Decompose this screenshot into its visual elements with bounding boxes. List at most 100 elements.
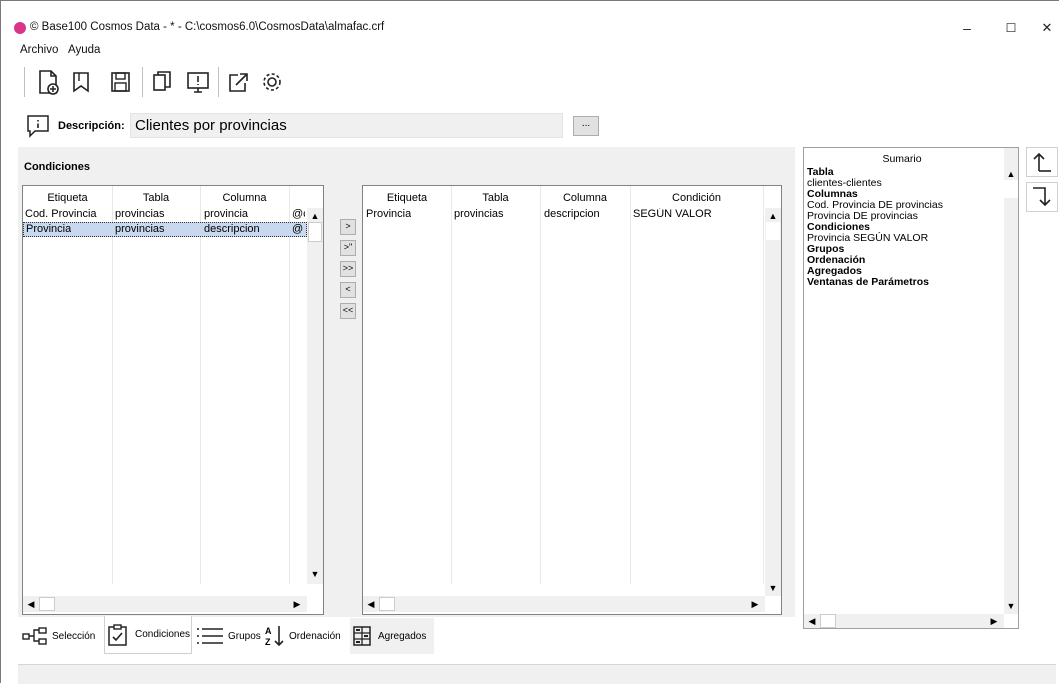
tab-grupos[interactable]: Grupos [196,618,262,654]
aggregate-icon [353,626,371,646]
description-label: Descripción: [58,120,125,132]
scroll-left-icon[interactable]: ◀ [25,598,37,610]
column-header-columna[interactable]: Columna [200,192,289,204]
tab-label: Grupos [228,630,261,642]
cell-condicion: SEGÚN VALOR [633,208,712,220]
cell-etiqueta: Provincia [26,223,72,235]
cell-param: @c [292,208,305,220]
summary-panel: Sumario Tabla clientes-clientes Columnas Co… [803,147,1019,629]
tab-label: Agregados [378,630,427,642]
scrollbar-thumb[interactable] [39,597,55,611]
vertical-scrollbar[interactable]: ▲ ▼ [307,208,323,584]
scrollbar-thumb[interactable] [1004,180,1018,198]
tab-agregados[interactable]: Agregados [350,618,434,654]
cell-columna: descripcion [544,208,600,220]
toolbar-separator [142,67,143,97]
vertical-scrollbar[interactable]: ▲ ▼ [1004,148,1018,614]
close-button[interactable]: ✕ [1032,16,1060,40]
move-up-button[interactable] [1026,147,1058,177]
scroll-left-icon[interactable]: ◀ [365,598,377,610]
column-header-condicion[interactable]: Condición [630,192,763,204]
scrollbar-thumb[interactable] [379,597,395,611]
cell-etiqueta: Provincia [366,208,412,220]
horizontal-scrollbar[interactable]: ◀ ▶ [804,614,1004,628]
summary-line: Ventanas de Parámetros [807,276,929,288]
toolbar [10,62,1058,102]
move-left-button[interactable]: < [340,282,356,298]
move-all-left-button[interactable]: << [340,303,356,319]
scrollbar-thumb[interactable] [766,222,780,240]
open-icon[interactable] [68,67,96,97]
tab-label: Selección [52,630,96,642]
scroll-down-icon[interactable]: ▼ [309,568,321,580]
toolbar-separator [24,67,25,97]
move-all-right-button[interactable]: >> [340,261,356,277]
menu-archivo[interactable]: Archivo [20,44,58,56]
cell-param: @ [292,223,304,235]
clipboard-check-icon [108,623,127,646]
save-icon[interactable] [106,67,134,97]
copy-icon[interactable] [148,67,176,97]
column-header-etiqueta[interactable]: Etiqueta [23,192,112,204]
tab-label: Condiciones [135,629,191,640]
scroll-down-icon[interactable]: ▼ [767,582,779,594]
cell-etiqueta: Cod. Provincia [25,208,97,220]
status-bar [18,664,1056,684]
vertical-scrollbar[interactable]: ▲ ▼ [765,208,781,596]
tab-condiciones[interactable]: Condiciones [104,616,192,654]
cell-tabla: provincias [115,223,165,235]
description-browse-button[interactable]: ... [573,116,599,136]
minimize-button[interactable]: – [952,16,982,40]
window-title: © Base100 Cosmos Data - * - C:\cosmos6.0… [30,21,385,33]
selection-icon [22,627,47,645]
move-down-button[interactable] [1026,182,1058,212]
table-row[interactable]: Cod. Provincia provincias provincia @c [23,208,307,222]
table-row-selected[interactable]: Provincia provincias descripcion @ [23,222,307,237]
svg-text:Z: Z [265,637,271,647]
cell-tabla: provincias [115,208,165,220]
move-right-button[interactable]: > [340,219,356,235]
conditions-heading: Condiciones [24,161,91,173]
scroll-up-icon[interactable]: ▲ [309,210,321,222]
horizontal-scrollbar[interactable]: ◀ ▶ [363,596,765,612]
horizontal-scrollbar[interactable]: ◀ ▶ [23,596,307,612]
summary-content: Tabla clientes-clientes Columnas Cod. Provi… [807,167,1002,288]
summary-title: Sumario [882,153,922,165]
arrow-up-icon [1033,152,1051,172]
preview-icon[interactable] [184,67,212,97]
arrow-down-icon [1033,187,1051,207]
cell-tabla: provincias [454,208,504,220]
list-icon [197,628,223,644]
scroll-right-icon[interactable]: ▶ [749,598,761,610]
export-icon[interactable] [224,67,252,97]
scrollbar-thumb[interactable] [820,614,836,628]
scroll-right-icon[interactable]: ▶ [988,615,1000,627]
column-header-etiqueta[interactable]: Etiqueta [363,192,451,204]
scroll-up-icon[interactable]: ▲ [767,210,779,222]
menu-ayuda[interactable]: Ayuda [68,44,100,56]
maximize-button[interactable]: ☐ [996,16,1026,40]
column-header-tabla[interactable]: Tabla [451,192,540,204]
tab-ordenacion[interactable]: AZ Ordenación [264,618,348,654]
settings-icon[interactable] [258,67,286,97]
scroll-right-icon[interactable]: ▶ [291,598,303,610]
sort-az-icon: AZ [265,626,284,647]
toolbar-separator [218,67,219,97]
selected-conditions-grid: Etiqueta Tabla Columna Condición Provinc… [362,185,782,615]
column-header-columna[interactable]: Columna [540,192,630,204]
cell-columna: descripcion [204,223,260,235]
scroll-down-icon[interactable]: ▼ [1005,600,1017,612]
tab-seleccion[interactable]: Selección [22,618,102,654]
table-row[interactable]: Provincia provincias descripcion SEGÚN V… [363,208,763,222]
available-conditions-grid: Etiqueta Tabla Columna Cod. Provincia pr… [22,185,324,615]
move-right-param-button[interactable]: >" [340,240,356,256]
cell-columna: provincia [204,208,249,220]
svg-text:A: A [265,626,272,636]
scrollbar-thumb[interactable] [308,222,322,242]
info-comment-icon [26,114,50,138]
description-field[interactable]: Clientes por provincias [130,113,563,138]
new-file-icon[interactable] [34,67,62,97]
scroll-up-icon[interactable]: ▲ [1005,168,1017,180]
scroll-left-icon[interactable]: ◀ [806,615,818,627]
column-header-tabla[interactable]: Tabla [112,192,200,204]
